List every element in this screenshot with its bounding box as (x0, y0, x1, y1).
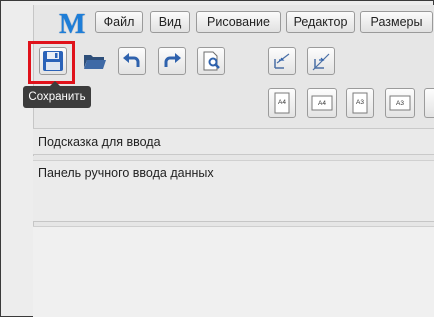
redo-icon (164, 53, 181, 67)
paper-a4-landscape-button[interactable]: A4 (307, 88, 337, 118)
paper-landscape-icon: A3 (389, 95, 411, 111)
paper-a4-portrait-button[interactable]: A4 (268, 88, 296, 118)
paper-a3-landscape-button[interactable]: A3 (385, 88, 415, 118)
page-zoom-icon (203, 51, 220, 71)
manual-input-panel[interactable]: Панель ручного ввода данных (33, 160, 434, 222)
undo-icon (123, 53, 140, 67)
paper-landscape-icon: A4 (311, 95, 333, 111)
redo-button[interactable] (158, 47, 186, 75)
menu-bar: M Файл Вид Рисование Редактор Размеры (34, 5, 434, 40)
paper-a3-portrait-label: A3 (356, 99, 364, 106)
save-highlight-frame (28, 41, 75, 84)
extend-icon (312, 53, 330, 71)
app-logo: M (59, 9, 86, 40)
extend-button[interactable] (307, 47, 335, 75)
save-tooltip: Сохранить (23, 86, 91, 108)
menu-file[interactable]: Файл (95, 11, 143, 33)
menu-draw[interactable]: Рисование (196, 11, 281, 33)
paper-portrait-icon: A4 (274, 92, 290, 114)
trim-button[interactable] (268, 47, 296, 75)
open-button[interactable] (81, 47, 109, 75)
paper-portrait-icon: A3 (352, 92, 368, 114)
paper-a4-landscape-label: A4 (318, 100, 326, 107)
trim-icon (274, 53, 290, 69)
paper-a3-landscape-label: A3 (396, 100, 404, 107)
menu-view[interactable]: Вид (150, 11, 190, 33)
paper-a3-portrait-button[interactable]: A3 (346, 88, 374, 118)
menu-dimensions[interactable]: Размеры (360, 11, 433, 33)
page-zoom-button[interactable] (197, 47, 225, 75)
menu-editor[interactable]: Редактор (286, 11, 355, 33)
undo-button[interactable] (118, 47, 146, 75)
drawing-area[interactable] (33, 226, 434, 317)
input-hint-panel: Подсказка для ввода (33, 128, 434, 155)
paper-more-button[interactable] (424, 88, 434, 118)
open-folder-icon (84, 55, 106, 69)
paper-a4-portrait-label: A4 (278, 99, 286, 106)
